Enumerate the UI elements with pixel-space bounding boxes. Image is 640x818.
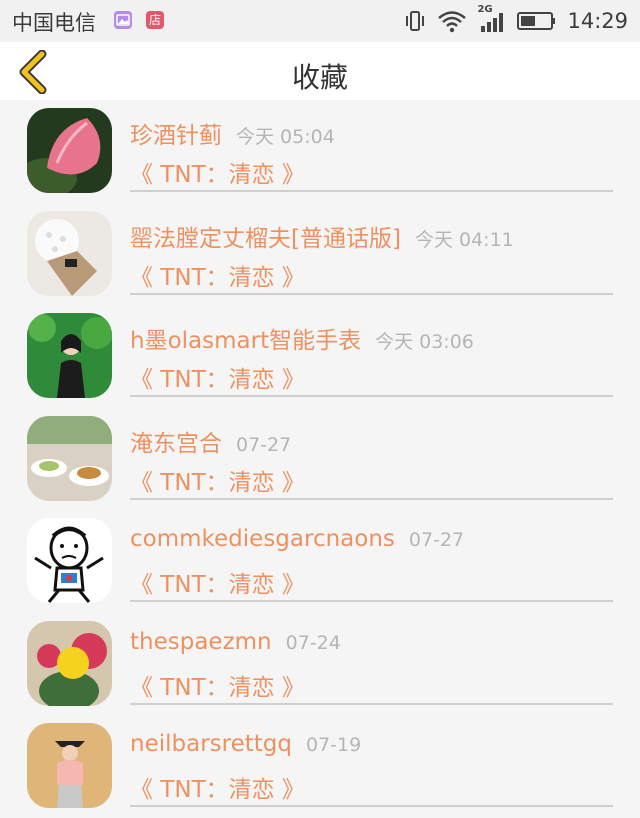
list-item[interactable]: thespaezmn 07-24 《 TNT：清恋 》 [0, 613, 640, 716]
divider [130, 497, 613, 500]
divider [130, 395, 613, 397]
vibrate-icon [406, 11, 425, 31]
avatar[interactable] [27, 518, 112, 603]
list-item[interactable]: 罂法膛定丈榴夫[普通话版] 今天 04:11 《 TNT：清恋 》 [0, 203, 640, 306]
list-item[interactable]: 淹东宫合 07-27 《 TNT：清恋 》 [0, 408, 640, 511]
avatar[interactable] [27, 723, 112, 808]
item-subtitle: 《 TNT：清恋 》 [130, 674, 305, 701]
app-header: 收藏 [0, 42, 640, 100]
favorites-list: 珍酒针蓟 今天 05:04 《 TNT：清恋 》 罂法膛定丈榴夫[普通话版] 今天 … [0, 100, 640, 818]
avatar[interactable] [27, 415, 112, 501]
item-time: 07-24 [285, 631, 341, 654]
status-icons: 2G 14:29 [403, 4, 628, 36]
item-time: 今天 03:06 [375, 331, 474, 353]
item-time: 07-27 [236, 433, 292, 456]
divider [130, 702, 613, 705]
item-time: 07-27 [408, 529, 465, 551]
shop-icon: 店 [146, 11, 164, 29]
carrier-label: 中国电信 [12, 11, 96, 35]
item-title: neilbarsrettgq [130, 731, 292, 757]
item-time: 今天 05:04 [236, 126, 335, 148]
status-bar: 中国电信 店 2G 14:29 [0, 0, 640, 42]
page-title: 收藏 [291, 61, 348, 94]
list-item[interactable]: commkediesgarcnaons 07-27 《 TNT：清恋 》 [0, 510, 640, 613]
item-title: 罂法膛定丈榴夫[普通话版] [130, 225, 401, 252]
list-item[interactable]: 珍酒针蓟 今天 05:04 《 TNT：清恋 》 [0, 100, 640, 203]
item-subtitle: 《 TNT：清恋 》 [130, 367, 305, 393]
divider [130, 805, 613, 807]
item-title: 淹东宫合 [130, 430, 222, 457]
item-title: thespaezmn [130, 628, 272, 655]
item-subtitle: 《 TNT：清恋 》 [130, 777, 305, 803]
avatar[interactable] [27, 313, 112, 398]
divider [130, 190, 613, 192]
list-item[interactable]: neilbarsrettgq 07-19 《 TNT：清恋 》 [0, 715, 640, 818]
list-item[interactable]: h墨olasmart智能手表 今天 03:06 《 TNT：清恋 》 [0, 305, 640, 408]
item-title: 珍酒针蓟 [130, 123, 222, 149]
item-subtitle: 《 TNT：清恋 》 [130, 264, 305, 291]
avatar[interactable] [27, 210, 112, 296]
item-subtitle: 《 TNT：清恋 》 [130, 162, 305, 188]
battery-icon [517, 12, 556, 30]
item-subtitle: 《 TNT：清恋 》 [130, 469, 305, 496]
avatar[interactable] [27, 108, 112, 193]
signal-icon: 2G [477, 4, 507, 34]
divider [130, 600, 613, 602]
item-title: commkediesgarcnaons [130, 526, 395, 552]
gallery-icon [114, 11, 132, 29]
item-subtitle: 《 TNT：清恋 》 [130, 572, 305, 598]
item-title: h墨olasmart智能手表 [130, 328, 362, 354]
item-time: 今天 04:11 [414, 228, 514, 251]
clock: 14:29 [567, 9, 628, 33]
divider [130, 292, 613, 295]
item-time: 07-19 [305, 734, 362, 756]
wifi-icon [438, 11, 467, 33]
avatar[interactable] [27, 620, 112, 706]
